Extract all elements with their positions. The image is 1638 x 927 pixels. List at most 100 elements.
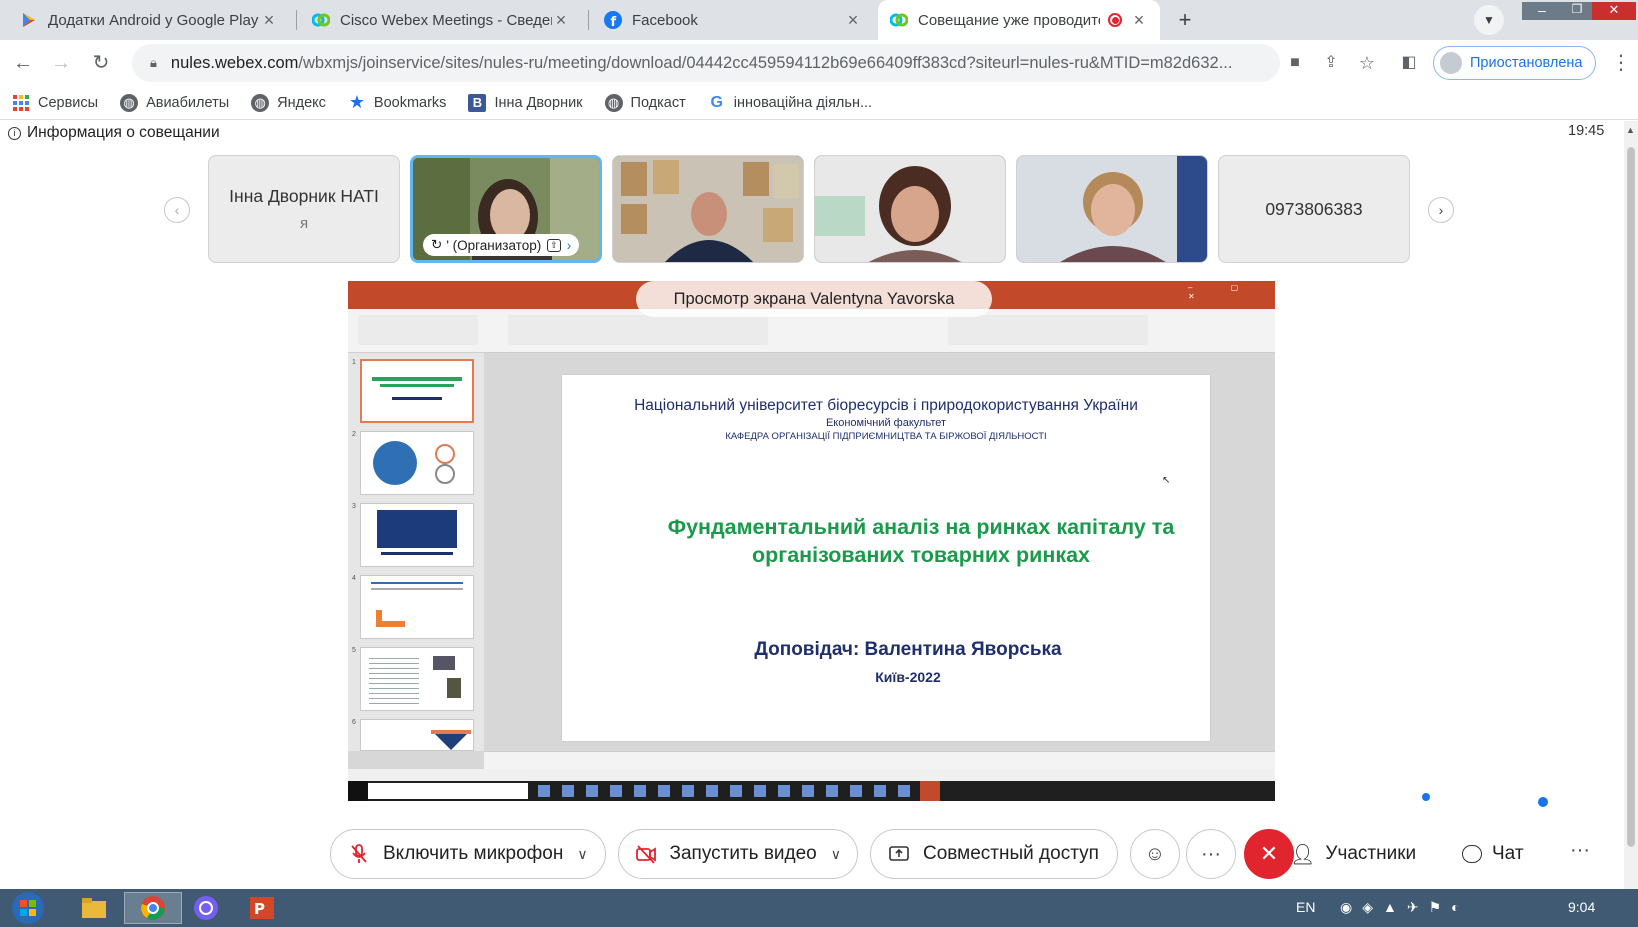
participant-name: 0973806383	[1265, 198, 1363, 219]
close-window-button[interactable]: ✕	[1592, 2, 1636, 20]
new-tab-button[interactable]: +	[1170, 5, 1200, 35]
share-content-label: Совместный доступ	[923, 843, 1099, 864]
chat-bubble-icon	[1462, 845, 1482, 863]
unmute-microphone-button[interactable]: Включить микрофон ∨	[330, 829, 606, 879]
bookmark-aviabilety[interactable]: ◍ Авиабилеты	[120, 93, 230, 112]
globe-icon: ◍	[604, 93, 623, 112]
scrollbar-thumb[interactable]	[1627, 147, 1635, 847]
scroll-up-arrow-icon[interactable]: ▲	[1626, 125, 1635, 135]
participant-tile[interactable]: 0973806383	[1218, 155, 1410, 263]
bookmark-services[interactable]: Сервисы	[12, 94, 98, 112]
share-content-button[interactable]: Совместный доступ	[870, 829, 1118, 879]
tab-search-chevron-icon[interactable]: ▼	[1474, 5, 1504, 35]
profile-paused-button[interactable]: Приостановлена	[1433, 46, 1596, 80]
tab-close-icon[interactable]: ×	[552, 10, 570, 31]
slide-thumbnail	[360, 431, 474, 495]
avatar-icon	[1440, 52, 1462, 74]
bookmark-innovation[interactable]: G інноваційна діяльн...	[708, 94, 873, 112]
bookmark-podcast[interactable]: ◍ Подкаст	[604, 93, 686, 112]
panel-more-icon[interactable]: ···	[1570, 839, 1590, 862]
chat-label: Чат	[1492, 843, 1524, 864]
side-panel-icon[interactable]: ◧	[1394, 48, 1424, 78]
powerpoint-taskbar-button[interactable]: P	[236, 892, 288, 924]
windows-start-button[interactable]	[6, 892, 50, 924]
slide-number: 1	[352, 359, 356, 366]
taskbar-clock[interactable]: 9:04	[1568, 899, 1595, 915]
meeting-info-link[interactable]: i Информация о совещании	[8, 121, 220, 145]
back-arrow-icon[interactable]: ←	[8, 48, 38, 78]
slide-number: 5	[352, 647, 356, 654]
reload-icon[interactable]: ↻	[86, 48, 116, 78]
explorer-taskbar-button[interactable]	[68, 892, 120, 924]
start-video-button[interactable]: Запустить видео ∨	[618, 829, 858, 879]
address-bar[interactable]: 🔒︎ nules.webex.com/wbxmjs/joinservice/si…	[132, 44, 1280, 82]
tab-close-icon[interactable]: ×	[1130, 10, 1148, 31]
forward-arrow-icon[interactable]: →	[46, 48, 76, 78]
leave-meeting-button[interactable]: ✕	[1244, 829, 1294, 879]
chevron-down-icon[interactable]: ∨	[831, 846, 841, 863]
info-icon: i	[8, 126, 21, 140]
participant-video-tile[interactable]	[612, 155, 804, 263]
participant-video-tile[interactable]	[1016, 155, 1208, 263]
lock-icon: 🔒︎	[150, 55, 157, 70]
chat-panel-button[interactable]: Чат	[1462, 829, 1524, 879]
bookmark-bookmarks[interactable]: ★ Bookmarks	[348, 92, 447, 112]
organizer-caption: ' (Организатор)	[446, 237, 542, 253]
participants-panel-button[interactable]: 👤︎ Участники	[1290, 829, 1416, 879]
tab-divider	[588, 10, 589, 30]
apps-grid-icon	[12, 94, 30, 112]
participant-video-tile[interactable]	[814, 155, 1006, 263]
smiley-icon: ☺	[1144, 842, 1166, 865]
tab-webex-info[interactable]: Cisco Webex Meetings - Сведения ×	[300, 0, 582, 40]
page-scrollbar[interactable]: ▲	[1624, 121, 1638, 889]
kebab-menu-icon[interactable]: ⋮	[1606, 48, 1636, 78]
star-icon: ★	[348, 92, 365, 112]
tab-webex-meeting[interactable]: Совещание уже проводится ×	[878, 0, 1160, 40]
bookmark-star-icon[interactable]: ☆	[1352, 48, 1382, 78]
slide-university: Національний університет біоресурсів і п…	[634, 397, 1138, 414]
bookmarks-bar: Сервисы ◍ Авиабилеты ◍ Яндекс ★ Bookmark…	[0, 86, 1638, 120]
more-options-button[interactable]: ···	[1186, 829, 1236, 879]
minimize-window-button[interactable]: –	[1522, 2, 1562, 20]
chevron-right-icon: ›	[566, 237, 572, 253]
participant-video-feed	[815, 156, 1005, 262]
camera-blocked-icon[interactable]: ■	[1280, 48, 1310, 78]
previous-participants-button[interactable]: ‹	[164, 197, 190, 223]
bookmark-yandex[interactable]: ◍ Яндекс	[251, 93, 326, 112]
participants-label: Участники	[1325, 843, 1417, 864]
maximize-window-button[interactable]: ❐	[1562, 2, 1592, 20]
meeting-time: 19:45	[1568, 123, 1605, 139]
bookmark-inna-dvornyk[interactable]: B Інна Дворник	[468, 93, 583, 112]
tab-close-icon[interactable]: ×	[260, 10, 278, 31]
chrome-taskbar-button[interactable]	[124, 892, 182, 924]
share-page-icon[interactable]: ⇪	[1316, 48, 1346, 78]
slide-number: 3	[352, 503, 356, 510]
webex-meeting-area: i Информация о совещании 19:45 ‹ Інна Дв…	[0, 121, 1624, 889]
tab-facebook[interactable]: f Facebook ×	[592, 0, 874, 40]
bookmark-label: Bookmarks	[373, 94, 447, 111]
participant-tile[interactable]: Інна Дворник НАТІ я	[208, 155, 400, 263]
viber-taskbar-button[interactable]	[180, 892, 232, 924]
tab-google-play[interactable]: Додатки Android у Google Play ×	[8, 0, 290, 40]
input-language[interactable]: EN	[1296, 899, 1315, 915]
video-off-icon	[635, 842, 658, 866]
sync-icon: ↻	[431, 237, 443, 252]
participant-name: Інна Дворник НАТІ	[229, 186, 379, 206]
slide-thumbnail	[360, 647, 474, 711]
powerpoint-taskbar-icon	[920, 781, 940, 801]
slide-faculty: Економічний факультет	[825, 417, 947, 429]
slide-thumbnail	[360, 503, 474, 567]
participant-video-organizer[interactable]: ↻ ' (Организатор) ⇧ ›	[410, 155, 602, 263]
tab-close-icon[interactable]: ×	[844, 10, 862, 31]
windows-start-icon	[348, 781, 368, 801]
system-tray-icons[interactable]: ◉◈▲✈⚑◐	[1340, 899, 1470, 916]
slide-number: 2	[352, 431, 356, 438]
reactions-button[interactable]: ☺	[1130, 829, 1180, 879]
chevron-down-icon[interactable]: ∨	[577, 846, 587, 863]
globe-icon: ◍	[251, 93, 270, 112]
bookmark-label: Авиабилеты	[146, 94, 230, 111]
browser-tab-strip: Додатки Android у Google Play × Cisco We…	[0, 0, 1638, 40]
next-participants-button[interactable]: ›	[1428, 197, 1454, 223]
ppt-slide-thumbnails: 1 2 3 4 5 6	[348, 353, 484, 751]
browser-toolbar: ← → ↻ 🔒︎ nules.webex.com/wbxmjs/joinserv…	[0, 40, 1638, 86]
